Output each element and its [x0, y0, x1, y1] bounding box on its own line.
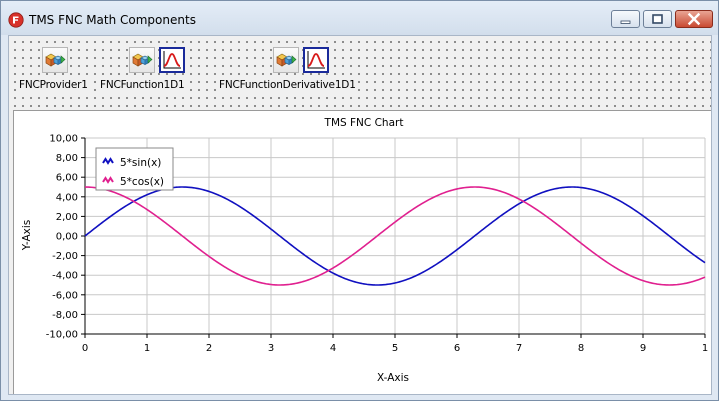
provider-icon [132, 53, 153, 67]
fnc-provider-component[interactable] [42, 47, 68, 73]
x-tick-label: 1 [144, 343, 150, 354]
y-tick-label: 4,00 [56, 192, 78, 203]
fnc-provider-label: FNCProvider1 [19, 79, 88, 92]
x-tick-label: 8 [578, 343, 584, 354]
y-tick-label: -4,00 [52, 271, 78, 282]
minimize-button[interactable] [611, 10, 640, 28]
fnc-function-component[interactable] [129, 47, 155, 73]
y-tick-label: -2,00 [52, 251, 78, 262]
x-tick-label: 7 [516, 343, 522, 354]
fnc-function-derivative-label: FNCFunctionDerivative1D1 [219, 79, 356, 92]
legend-sin-label: 5*sin(x) [120, 157, 161, 169]
x-tick-label: 1 [702, 343, 708, 354]
x-tick-label: 5 [392, 343, 398, 354]
x-tick-label: 3 [268, 343, 274, 354]
x-tick-label: 4 [330, 343, 336, 354]
fnc-chart[interactable]: TMS FNC Chart X-Axis Y-Axis 10,00 8,00 6,0… [13, 110, 711, 394]
window-title: TMS FNC Math Components [29, 13, 196, 27]
y-tick-label: 8,00 [56, 153, 78, 164]
minimize-icon [620, 20, 631, 24]
chart-title: TMS FNC Chart [324, 117, 404, 129]
y-tick-label: 10,00 [49, 134, 78, 145]
y-tick-label: -10,00 [46, 330, 78, 341]
fnc-function-derivative-chart-component[interactable] [303, 47, 329, 73]
form-designer-surface[interactable]: FNCProvider1 FNCFunction1D1 FNCFunctionD… [8, 35, 712, 395]
x-tick-label: 0 [82, 343, 88, 354]
maximize-button[interactable] [643, 10, 672, 28]
fnc-function-label: FNCFunction1D1 [100, 79, 185, 92]
y-axis-label: Y-Axis [21, 220, 33, 252]
y-tick-label: 2,00 [56, 212, 78, 223]
fnc-function-derivative-component[interactable] [273, 47, 299, 73]
x-axis-label: X-Axis [377, 372, 409, 384]
legend-cos-label: 5*cos(x) [120, 176, 164, 188]
y-tick-label: 0,00 [56, 232, 78, 243]
close-icon [687, 12, 701, 26]
x-tick-label: 2 [206, 343, 212, 354]
provider-icon [276, 53, 297, 67]
close-button[interactable] [675, 10, 713, 28]
app-icon [8, 12, 24, 28]
x-tick-label: 6 [454, 343, 460, 354]
provider-icon [45, 53, 66, 67]
maximize-icon [652, 14, 663, 24]
y-tick-label: -6,00 [52, 290, 78, 301]
x-tick-label: 9 [640, 343, 646, 354]
function-icon [163, 51, 181, 69]
chart-legend: 5*sin(x) 5*cos(x) [95, 147, 174, 191]
app-window: TMS FNC Math Components FNCProvider1 FNC… [0, 0, 719, 401]
chart-canvas: TMS FNC Chart X-Axis Y-Axis 10,008,006,0… [21, 117, 708, 384]
y-tick-label: 6,00 [56, 173, 78, 184]
title-bar[interactable]: TMS FNC Math Components [1, 1, 718, 35]
fnc-function-chart-component[interactable] [159, 47, 185, 73]
function-derivative-icon [307, 51, 325, 69]
y-tick-label: -8,00 [52, 310, 78, 321]
